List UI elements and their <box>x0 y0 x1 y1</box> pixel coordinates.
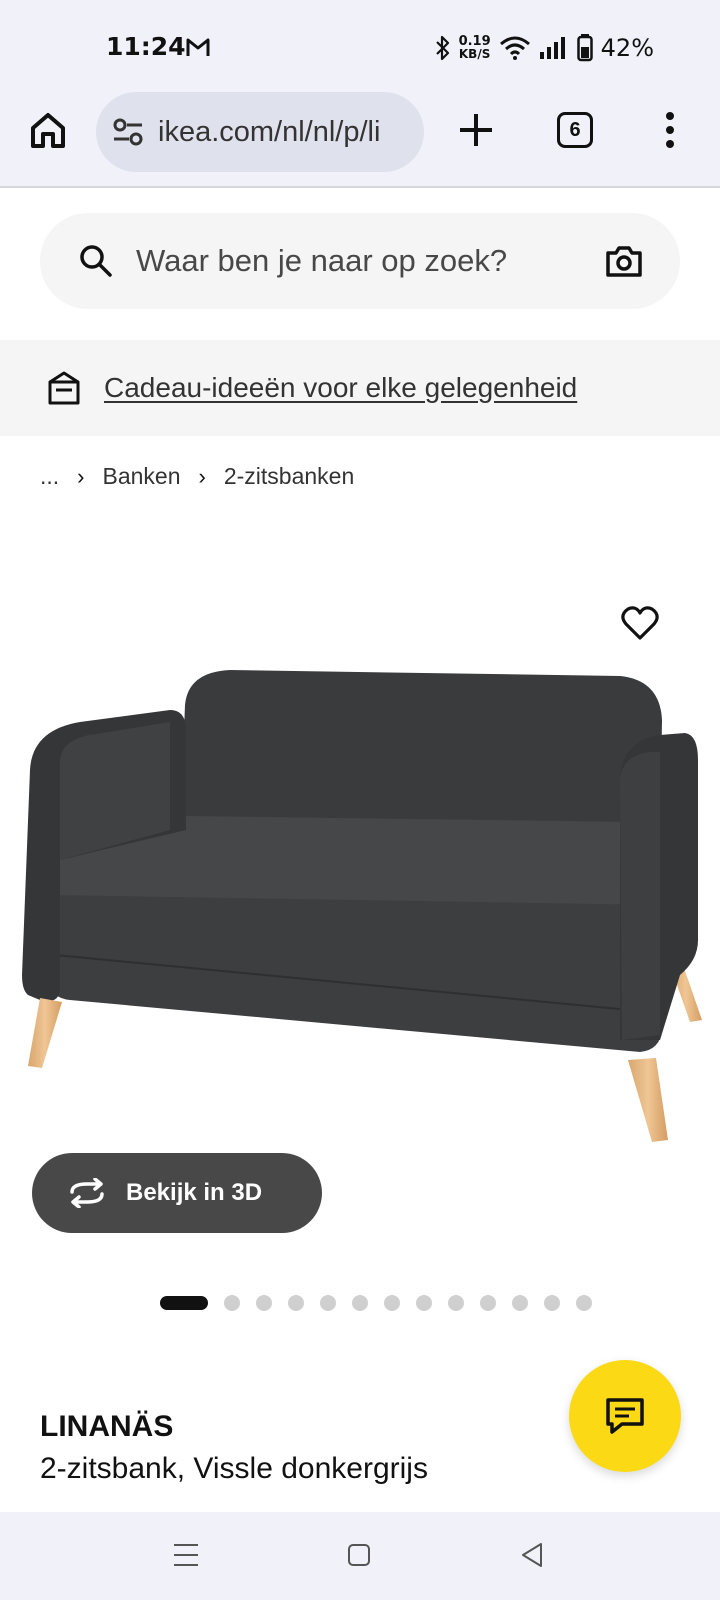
view-in-3d-button[interactable]: Bekijk in 3D <box>32 1153 322 1233</box>
home-nav-icon[interactable] <box>347 1543 371 1567</box>
battery-icon <box>576 34 593 62</box>
battery-percent: 42% <box>600 34 654 62</box>
camera-search-icon[interactable] <box>604 243 644 279</box>
status-bar: 11:24 0.19 KB/S 42% <box>0 0 720 92</box>
status-icons: 0.19 KB/S 42% <box>435 30 654 66</box>
carousel-dot[interactable] <box>256 1295 272 1311</box>
carousel-dot[interactable] <box>224 1295 240 1311</box>
breadcrumb-item-ellipsis[interactable]: ... <box>40 463 59 490</box>
url-text[interactable]: ikea.com/nl/nl/p/li <box>158 116 408 149</box>
address-bar[interactable]: ikea.com/nl/nl/p/li <box>96 92 424 172</box>
home-icon[interactable] <box>28 110 68 150</box>
carousel-dot[interactable] <box>480 1295 496 1311</box>
carousel-dot-active[interactable] <box>160 1296 208 1310</box>
breadcrumb: ... › Banken › 2-zitsbanken <box>40 463 354 490</box>
carousel-dot[interactable] <box>448 1295 464 1311</box>
carousel-dot[interactable] <box>544 1295 560 1311</box>
more-menu-icon[interactable] <box>660 110 680 150</box>
tab-count: 6 <box>569 118 581 141</box>
new-tab-icon[interactable] <box>456 110 496 150</box>
wifi-icon <box>499 36 530 60</box>
signal-icon <box>539 37 565 59</box>
carousel-dot[interactable] <box>320 1295 336 1311</box>
search-input[interactable]: Waar ben je naar op zoek? <box>136 243 604 279</box>
product-image[interactable] <box>0 520 720 1260</box>
net-speed: 0.19 KB/S <box>458 35 491 61</box>
search-bar[interactable]: Waar ben je naar op zoek? <box>40 213 680 309</box>
breadcrumb-item-banken[interactable]: Banken <box>103 463 181 490</box>
recent-apps-icon[interactable] <box>173 1542 199 1568</box>
chat-button[interactable] <box>569 1360 681 1472</box>
carousel-dot[interactable] <box>416 1295 432 1311</box>
chat-bubble-icon <box>606 1398 644 1434</box>
carousel-dot[interactable] <box>512 1295 528 1311</box>
carousel-dot[interactable] <box>576 1295 592 1311</box>
chevron-right-icon: › <box>198 463 206 489</box>
image-carousel-indicator <box>160 1295 592 1311</box>
carousel-dot[interactable] <box>288 1295 304 1311</box>
search-icon <box>80 245 112 277</box>
back-nav-icon[interactable] <box>520 1542 544 1568</box>
system-nav-bar <box>0 1512 720 1600</box>
tab-switcher-button[interactable]: 6 <box>557 112 593 148</box>
status-time: 11:24 <box>106 32 186 61</box>
browser-toolbar: ikea.com/nl/nl/p/li 6 <box>0 92 720 188</box>
view-in-3d-label: Bekijk in 3D <box>126 1179 263 1206</box>
chevron-right-icon: › <box>77 463 85 489</box>
promo-link[interactable]: Cadeau-ideeën voor elke gelegenheid <box>104 372 577 404</box>
product-description: 2-zitsbank, Vissle donkergrijs <box>40 1452 428 1485</box>
gift-box-icon <box>48 371 80 405</box>
favorite-heart-icon[interactable] <box>620 604 660 642</box>
carousel-dot[interactable] <box>352 1295 368 1311</box>
rotate-3d-icon <box>70 1178 104 1208</box>
site-settings-icon[interactable] <box>112 118 144 146</box>
breadcrumb-item-2-zitsbanken[interactable]: 2-zitsbanken <box>224 463 354 490</box>
product-name: LINANÄS <box>40 1410 174 1443</box>
gmail-icon <box>186 38 210 56</box>
net-speed-unit: KB/S <box>458 47 491 61</box>
bluetooth-icon <box>435 35 449 61</box>
carousel-dot[interactable] <box>384 1295 400 1311</box>
promo-banner: Cadeau-ideeën voor elke gelegenheid <box>0 340 720 436</box>
